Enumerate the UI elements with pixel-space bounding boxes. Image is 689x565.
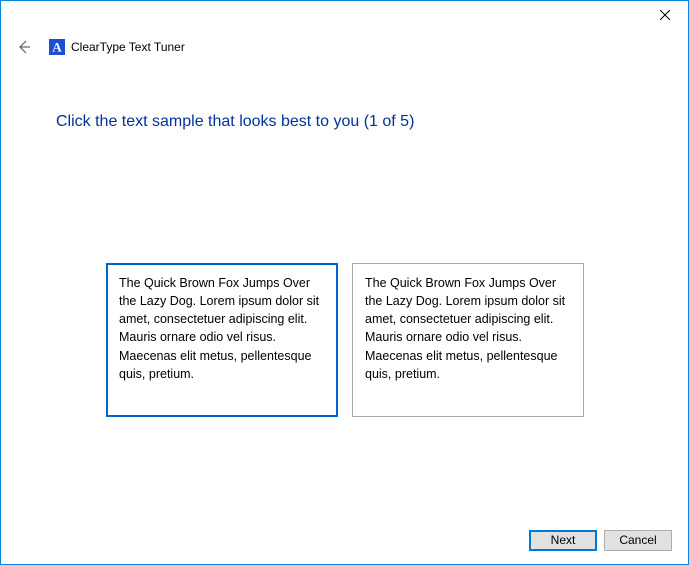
cancel-button[interactable]: Cancel — [604, 530, 672, 551]
app-icon: A — [49, 39, 65, 55]
next-button[interactable]: Next — [529, 530, 597, 551]
back-arrow-icon — [16, 39, 32, 55]
content-area: Click the text sample that looks best to… — [1, 59, 688, 516]
back-button[interactable] — [13, 36, 35, 58]
sample-container: The Quick Brown Fox Jumps Over the Lazy … — [106, 263, 633, 417]
page-heading: Click the text sample that looks best to… — [56, 113, 633, 131]
close-button[interactable] — [642, 1, 687, 29]
window-frame: A ClearType Text Tuner Click the text sa… — [0, 0, 689, 565]
app-title: ClearType Text Tuner — [71, 40, 185, 54]
header-row: A ClearType Text Tuner — [1, 31, 688, 59]
cleartype-icon: A — [49, 39, 65, 55]
footer: Next Cancel — [1, 516, 688, 564]
text-sample-2[interactable]: The Quick Brown Fox Jumps Over the Lazy … — [352, 263, 584, 417]
svg-text:A: A — [52, 40, 62, 55]
titlebar — [1, 1, 688, 31]
text-sample-1[interactable]: The Quick Brown Fox Jumps Over the Lazy … — [106, 263, 338, 417]
close-icon — [660, 10, 670, 20]
